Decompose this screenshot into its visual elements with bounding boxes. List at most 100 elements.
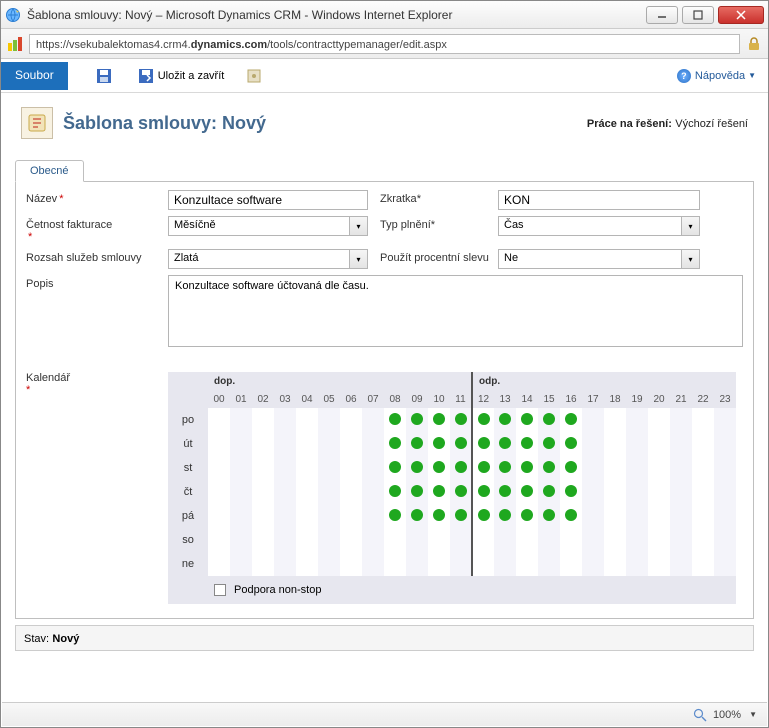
calendar-cell[interactable] (516, 456, 538, 480)
service-select[interactable]: Zlatá▾ (168, 249, 368, 269)
desc-field[interactable] (168, 275, 743, 347)
save-button[interactable] (90, 64, 122, 88)
calendar-cell[interactable] (670, 432, 692, 456)
calendar-cell[interactable] (494, 528, 516, 552)
calendar-cell[interactable] (362, 480, 384, 504)
alloc-select[interactable]: Čas▾ (498, 216, 700, 236)
calendar-cell[interactable] (648, 456, 670, 480)
maximize-button[interactable] (682, 6, 714, 24)
calendar-cell[interactable] (208, 504, 230, 528)
calendar-cell[interactable] (406, 456, 428, 480)
calendar-cell[interactable] (516, 408, 538, 432)
calendar-cell[interactable] (538, 552, 560, 576)
calendar-cell[interactable] (208, 408, 230, 432)
calendar-cell[interactable] (450, 480, 472, 504)
calendar-cell[interactable] (208, 528, 230, 552)
calendar-cell[interactable] (252, 408, 274, 432)
calendar-cell[interactable] (538, 528, 560, 552)
calendar-cell[interactable] (296, 552, 318, 576)
calendar-cell[interactable] (296, 408, 318, 432)
calendar-cell[interactable] (714, 432, 736, 456)
calendar-cell[interactable] (362, 528, 384, 552)
calendar-cell[interactable] (604, 480, 626, 504)
calendar-cell[interactable] (340, 432, 362, 456)
calendar-cell[interactable] (406, 528, 428, 552)
calendar-cell[interactable] (274, 480, 296, 504)
calendar-cell[interactable] (560, 432, 582, 456)
calendar-cell[interactable] (472, 480, 494, 504)
calendar-cell[interactable] (318, 432, 340, 456)
calendar-cell[interactable] (604, 528, 626, 552)
calendar-cell[interactable] (384, 528, 406, 552)
calendar-cell[interactable] (560, 552, 582, 576)
calendar-cell[interactable] (648, 408, 670, 432)
calendar-cell[interactable] (494, 504, 516, 528)
calendar-cell[interactable] (230, 552, 252, 576)
calendar-cell[interactable] (626, 528, 648, 552)
calendar-cell[interactable] (494, 408, 516, 432)
calendar-cell[interactable] (296, 432, 318, 456)
calendar-cell[interactable] (604, 552, 626, 576)
calendar-cell[interactable] (670, 528, 692, 552)
calendar-cell[interactable] (406, 480, 428, 504)
calendar-cell[interactable] (472, 408, 494, 432)
calendar-cell[interactable] (582, 408, 604, 432)
calendar-cell[interactable] (516, 432, 538, 456)
calendar-cell[interactable] (494, 480, 516, 504)
calendar-cell[interactable] (692, 528, 714, 552)
ribbon-action-button[interactable] (240, 64, 272, 88)
calendar-cell[interactable] (604, 504, 626, 528)
calendar-cell[interactable] (648, 480, 670, 504)
calendar-cell[interactable] (406, 408, 428, 432)
calendar-cell[interactable] (692, 432, 714, 456)
calendar-cell[interactable] (362, 504, 384, 528)
calendar-cell[interactable] (384, 504, 406, 528)
calendar-grid[interactable]: dop.odp.00010203040506070809101112131415… (168, 372, 736, 604)
calendar-cell[interactable] (714, 480, 736, 504)
name-field[interactable] (168, 190, 368, 210)
calendar-cell[interactable] (604, 408, 626, 432)
calendar-cell[interactable] (406, 552, 428, 576)
abbr-field[interactable] (498, 190, 700, 210)
calendar-cell[interactable] (714, 504, 736, 528)
calendar-cell[interactable] (340, 456, 362, 480)
calendar-cell[interactable] (494, 552, 516, 576)
calendar-cell[interactable] (692, 552, 714, 576)
calendar-cell[interactable] (318, 528, 340, 552)
calendar-cell[interactable] (428, 480, 450, 504)
calendar-cell[interactable] (340, 504, 362, 528)
calendar-cell[interactable] (516, 528, 538, 552)
calendar-cell[interactable] (318, 504, 340, 528)
calendar-cell[interactable] (428, 528, 450, 552)
calendar-cell[interactable] (472, 456, 494, 480)
calendar-cell[interactable] (626, 408, 648, 432)
calendar-cell[interactable] (252, 552, 274, 576)
calendar-cell[interactable] (494, 432, 516, 456)
address-bar[interactable]: https://vsekubalektomas4.crm4.dynamics.c… (29, 34, 740, 54)
calendar-cell[interactable] (230, 408, 252, 432)
calendar-cell[interactable] (714, 408, 736, 432)
calendar-cell[interactable] (406, 432, 428, 456)
calendar-cell[interactable] (274, 408, 296, 432)
calendar-cell[interactable] (714, 456, 736, 480)
calendar-cell[interactable] (230, 528, 252, 552)
calendar-cell[interactable] (252, 528, 274, 552)
calendar-cell[interactable] (560, 408, 582, 432)
calendar-cell[interactable] (208, 456, 230, 480)
calendar-cell[interactable] (230, 456, 252, 480)
calendar-cell[interactable] (296, 480, 318, 504)
calendar-cell[interactable] (274, 528, 296, 552)
calendar-cell[interactable] (670, 552, 692, 576)
calendar-cell[interactable] (318, 552, 340, 576)
calendar-cell[interactable] (362, 456, 384, 480)
calendar-cell[interactable] (428, 504, 450, 528)
calendar-cell[interactable] (626, 432, 648, 456)
calendar-cell[interactable] (626, 504, 648, 528)
calendar-cell[interactable] (692, 456, 714, 480)
calendar-cell[interactable] (538, 480, 560, 504)
calendar-cell[interactable] (692, 408, 714, 432)
calendar-cell[interactable] (516, 480, 538, 504)
calendar-cell[interactable] (472, 432, 494, 456)
calendar-cell[interactable] (472, 504, 494, 528)
calendar-cell[interactable] (208, 480, 230, 504)
